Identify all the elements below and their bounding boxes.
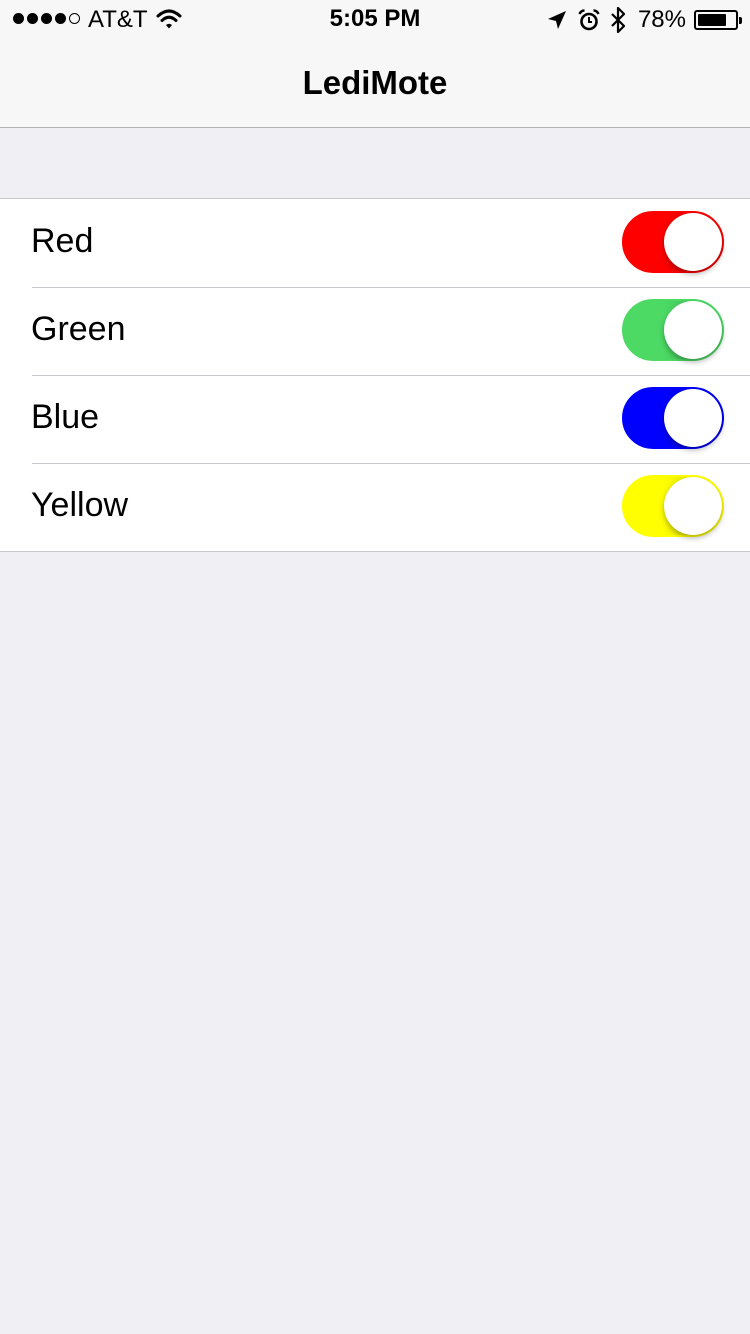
list-item-green: Green [0,287,750,375]
toggle-knob [664,389,722,447]
blue-label: Blue [31,398,100,436]
green-toggle-switch[interactable] [622,299,724,361]
toggle-knob [664,301,722,359]
green-label: Green [31,310,126,348]
blue-toggle-switch[interactable] [622,387,724,449]
location-arrow-icon [547,11,566,29]
navigation-bar: AT&T 5:05 PM 78% LediMote [0,0,750,128]
bluetooth-icon [611,7,626,33]
list-item-blue: Blue [0,375,750,463]
alarm-clock-icon [578,9,600,31]
yellow-label: Yellow [31,486,129,524]
red-toggle-switch[interactable] [622,211,724,273]
list-item-red: Red [0,199,750,287]
toggle-knob [664,477,722,535]
red-label: Red [31,222,94,260]
yellow-toggle-switch[interactable] [622,475,724,537]
battery-icon [694,10,742,30]
page-title: LediMote [302,64,448,101]
toggle-knob [664,213,722,271]
switch-list: Red Green Blue Yellow [0,198,750,552]
battery-percentage: 78% [637,6,686,33]
list-item-yellow: Yellow [0,463,750,551]
status-bar: AT&T 5:05 PM 78% [0,0,750,40]
